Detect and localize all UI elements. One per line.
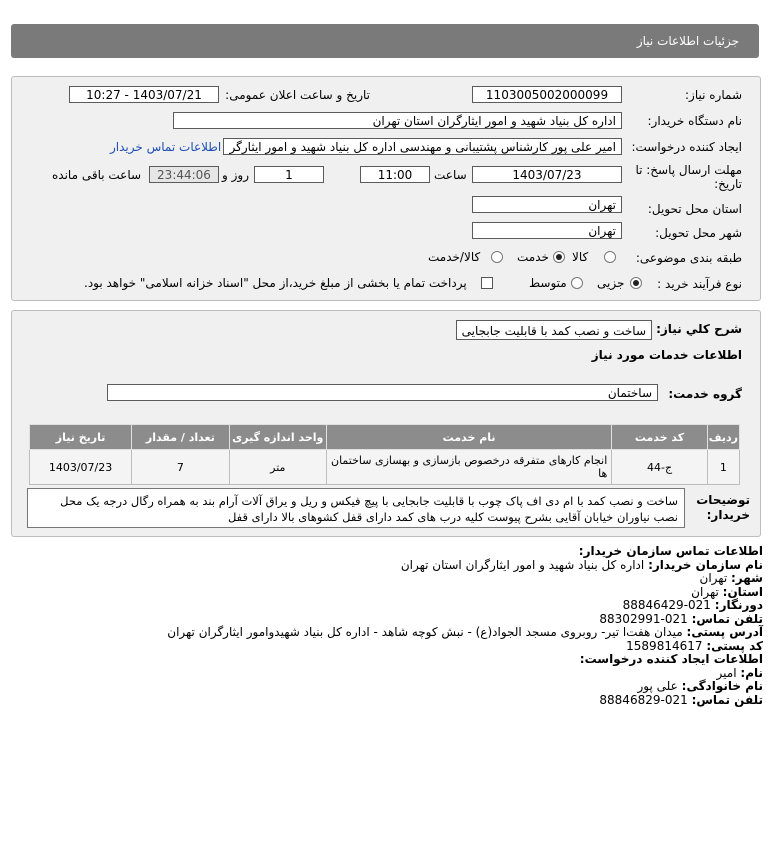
table-row: 1 ج-44 انجام کارهای متفرقه درخصوص بازساز… [28,449,741,485]
buyer-org-label: نام دستگاه خریدار: [647,114,743,128]
category-option-goods-service: کالا/خدمت [428,250,481,264]
cell-unit: متر [228,449,327,485]
page-header: جزئیات اطلاعات نیاز [11,24,759,58]
category-radio-goods[interactable] [604,251,616,263]
need-details-panel [11,76,761,301]
delivery-city-label: شهر محل تحویل: [655,226,742,240]
process-radio-minor[interactable] [630,277,642,289]
contact-postal: کد پستی: 1589814617 [626,638,763,653]
contact-info: اطلاعات تماس سازمان خریدار: نام سازمان خ… [23,544,763,707]
contact-province: استان: تهران [691,584,763,599]
cell-need-date: 1403/07/23 [28,449,133,485]
creator-first-name: نام: امیر [716,665,763,680]
service-group-label: گروه خدمت: [668,387,742,401]
buyer-description: ساخت و نصب کمد با ام دی اف پاک چوب با قا… [27,488,685,528]
remaining-time-field: 23:44:06 [149,166,219,183]
buyer-desc-label-2: خریدار: [706,508,750,522]
days-label: روز و [222,168,249,182]
delivery-province-label: استان محل تحویل: [647,202,742,216]
contact-title: اطلاعات تماس سازمان خریدار: [578,544,763,558]
need-number-label: شماره نیاز: [685,88,742,102]
announce-field: 1403/07/21 - 10:27 [69,86,219,103]
cell-row: 1 [706,449,741,485]
delivery-city-field: تهران [472,222,622,239]
services-table: ردیف کد خدمت نام خدمت واحد اندازه گیری ت… [28,424,741,485]
contact-city: شهر: تهران [699,571,763,585]
col-service-code: کد خدمت [611,424,708,450]
days-field: 1 [254,166,324,183]
payment-note: پرداخت تمام یا بخشی از مبلغ خرید،از محل … [84,276,467,290]
buyer-desc-label: توضیحات [696,493,750,507]
service-group-field: ساختمان [107,384,658,401]
treasury-payment-checkbox[interactable] [481,277,493,289]
remaining-label: ساعت باقی مانده [52,168,142,182]
creator-field: امیر علی پور کارشناس پشتیبانی و مهندسی ا… [223,138,622,155]
creator-info-title: اطلاعات ایجاد کننده درخواست: [579,652,763,666]
process-radio-medium[interactable] [571,277,583,289]
contact-address: آدرس پستی: میدان هفت‌ا تیر- روبروی مسجد … [167,625,763,639]
contact-phone: تلفن تماس: 021-88302991 [599,611,763,626]
cell-service-code: ج-44 [611,449,708,485]
buyer-org-field: اداره کل بنیاد شهید و امور ایثارگران است… [173,112,622,129]
category-radio-goods-service[interactable] [491,251,503,263]
table-header-row: ردیف کد خدمت نام خدمت واحد اندازه گیری ت… [28,424,741,450]
process-option-medium: متوسط [529,276,567,290]
deadline-date-label: تاریخ: [714,177,742,191]
col-need-date: تاریخ نیاز [28,424,133,450]
process-option-minor: جزیی [597,276,625,290]
announce-label: تاریخ و ساعت اعلان عمومی: [225,88,370,102]
deadline-time-field: 11:00 [360,166,430,183]
category-label: طبقه بندی موضوعی: [635,251,742,265]
cell-quantity: 7 [131,449,230,485]
services-title: اطلاعات خدمات مورد نياز [591,348,742,362]
category-radio-service[interactable] [553,251,565,263]
category-option-goods: کالا [572,250,589,264]
buyer-contact-link[interactable]: اطلاعات تماس خریدار [110,140,221,154]
creator-last-name: نام خانوادگی: علی پور [637,679,763,693]
col-service-name: نام خدمت [325,424,613,450]
contact-org: نام سازمان خریدار: اداره کل بنیاد شهید و… [400,557,763,572]
category-option-service: خدمت [517,250,549,264]
creator-phone: تلفن تماس: 021-88846829 [599,692,763,707]
delivery-province-field: تهران [472,196,622,213]
contact-fax: دورنگار: 021-88846429 [622,598,763,612]
summary-field: ساخت و نصب کمد با قابلیت جابجایی [456,320,652,340]
creator-label: ایجاد کننده درخواست: [631,140,742,154]
col-quantity: تعداد / مقدار [131,424,230,450]
deadline-date-field: 1403/07/23 [472,166,622,183]
cell-service-name: انجام کارهای متفرقه درخصوص بازسازی و بهس… [325,449,613,485]
deadline-label: مهلت ارسال پاسخ: تا [635,163,742,177]
page-title: جزئیات اطلاعات نیاز [636,34,739,48]
process-label: نوع فرآیند خرید : [657,277,742,291]
col-unit: واحد اندازه گیری [228,424,327,450]
need-number-field: 1103005002000099 [472,86,622,103]
summary-label: شرح کلي نياز: [656,322,742,336]
time-label: ساعت [434,168,467,182]
col-row: ردیف [706,424,741,450]
